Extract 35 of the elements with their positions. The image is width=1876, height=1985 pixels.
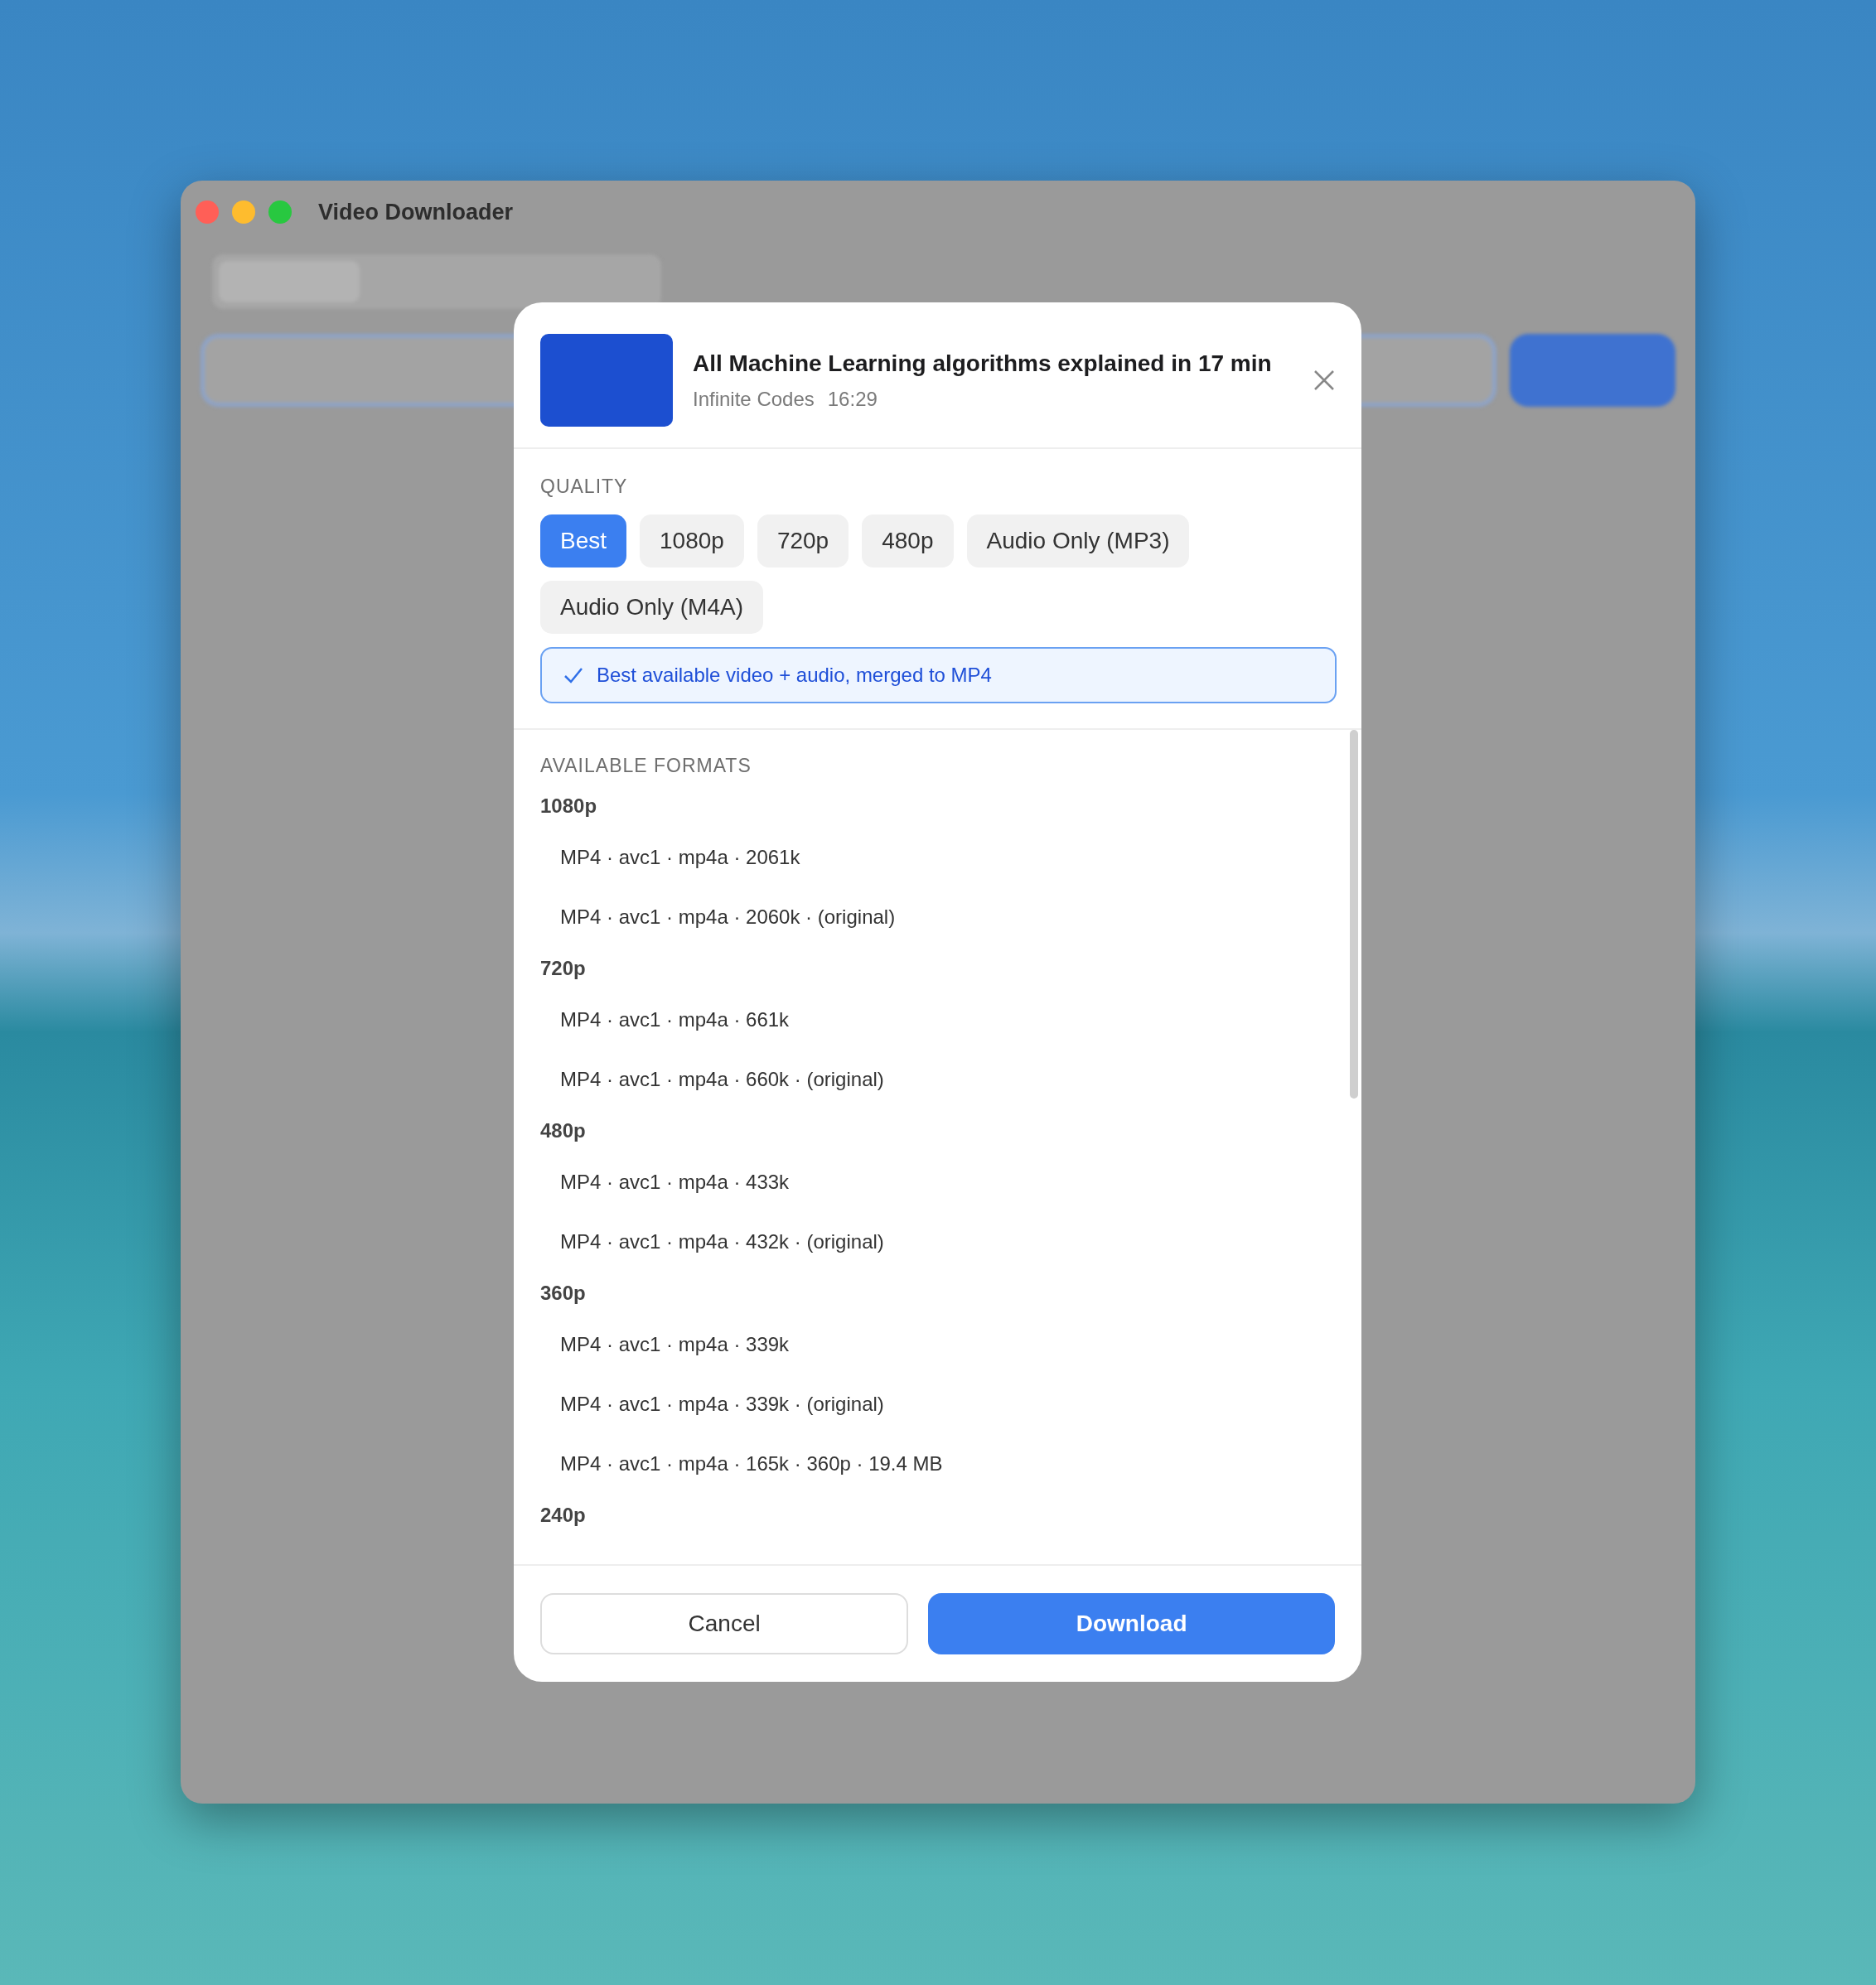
channel-name: Infinite Codes bbox=[693, 386, 815, 412]
section-label: AVAILABLE FORMATS bbox=[540, 753, 752, 778]
cancel-button[interactable]: Cancel bbox=[540, 1593, 909, 1654]
video-title: All Machine Learning algorithms explained in 17 min bbox=[693, 349, 1273, 378]
quality-option[interactable]: 720p bbox=[757, 514, 849, 567]
format-option[interactable]: MP4 · avc1 · mp4a · 2060k · (original) bbox=[540, 886, 1335, 947]
quality-option[interactable]: 480p bbox=[862, 514, 954, 567]
format-option[interactable]: MP4 · avc1 · mp4a · 339k · (original) bbox=[540, 1374, 1335, 1434]
section-label: QUALITY bbox=[540, 475, 629, 499]
format-option[interactable]: MP4 · avc1 · mp4a · 432k · (original) bbox=[540, 1211, 1335, 1272]
close-icon[interactable] bbox=[1313, 369, 1335, 391]
format-option[interactable]: MP4 · avc1 · mp4a · 661k bbox=[540, 989, 1335, 1050]
scrollbar[interactable] bbox=[1350, 729, 1358, 1099]
format-option[interactable]: MP4 · avc1 · mp4a · 2061k bbox=[540, 827, 1335, 887]
fetch-button[interactable] bbox=[1510, 333, 1675, 407]
format-group-label: 480p bbox=[540, 1118, 587, 1143]
format-group-label: 1080p bbox=[540, 793, 598, 819]
format-option[interactable]: MP4 · avc1 · mp4a · 660k · (original) bbox=[540, 1049, 1335, 1109]
quality-option[interactable]: Audio Only (M4A) bbox=[540, 580, 763, 634]
format-option[interactable]: MP4 · avc1 · mp4a · 433k bbox=[540, 1152, 1335, 1212]
quality-option[interactable]: 1080p bbox=[640, 514, 744, 567]
format-option[interactable]: MP4 · avc1 · mp4a · 339k bbox=[540, 1314, 1335, 1374]
quality-option[interactable]: Audio Only (MP3) bbox=[966, 514, 1190, 567]
minimize-window-button[interactable] bbox=[232, 200, 255, 225]
quality-option[interactable]: Best bbox=[540, 514, 627, 567]
close-window-button[interactable] bbox=[196, 200, 219, 225]
video-duration: 16:29 bbox=[827, 386, 878, 412]
format-group-label: 360p bbox=[540, 1280, 587, 1306]
zoom-window-button[interactable] bbox=[268, 200, 292, 225]
download-button[interactable]: Download bbox=[928, 1593, 1335, 1654]
format-group-label: 720p bbox=[540, 955, 587, 981]
info-text: Best available video + audio, merged to MP4 bbox=[597, 662, 992, 688]
window-title: Video Downloader bbox=[318, 199, 514, 226]
format-group-label: 240p bbox=[540, 1502, 587, 1528]
format-option[interactable]: MP4 · avc1 · mp4a · 165k · 360p · 19.4 MB bbox=[540, 1433, 1335, 1494]
